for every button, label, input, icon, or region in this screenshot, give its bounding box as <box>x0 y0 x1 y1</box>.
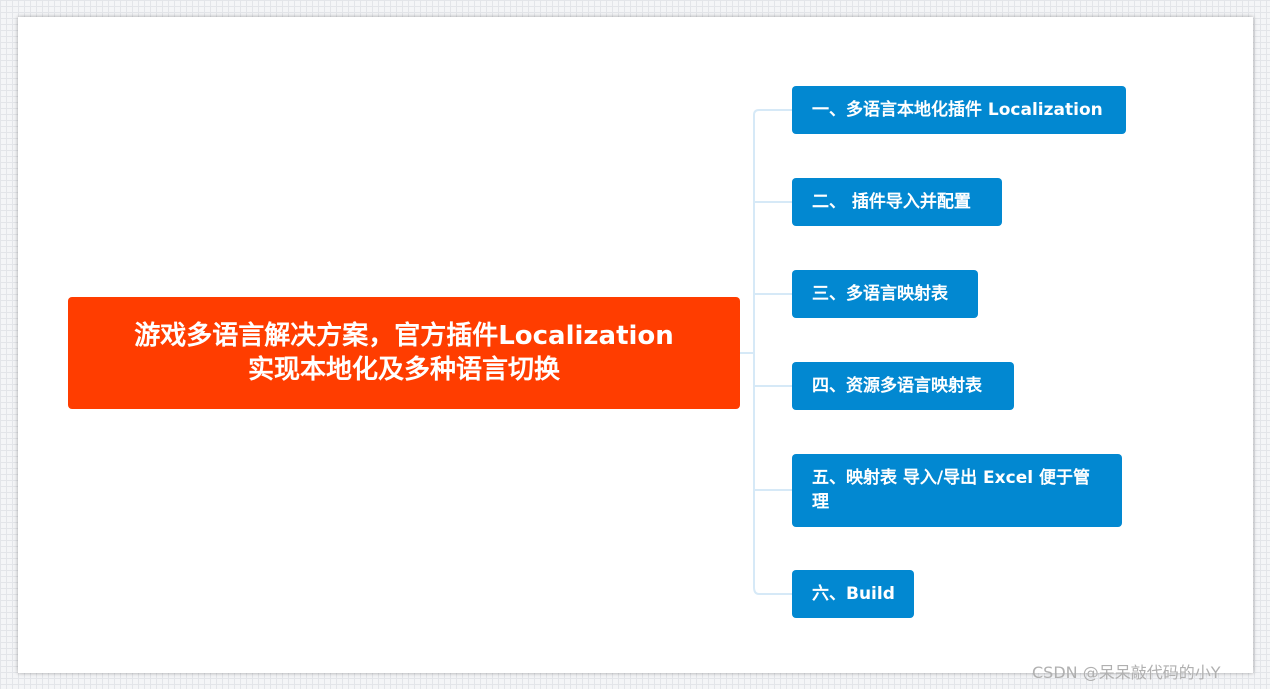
branch-excel-import-export[interactable]: 五、映射表 导入/导出 Excel 便于管理 <box>792 454 1122 527</box>
branch-label: 五、映射表 导入/导出 Excel 便于管理 <box>812 468 1090 512</box>
branch-label: 三、多语言映射表 <box>812 284 948 304</box>
branch-build[interactable]: 六、Build <box>792 570 914 618</box>
branch-asset-mapping-table[interactable]: 四、资源多语言映射表 <box>792 362 1014 410</box>
root-topic[interactable]: 游戏多语言解决方案，官方插件Localization 实现本地化及多种语言切换 <box>68 297 740 409</box>
mindmap-canvas: 游戏多语言解决方案，官方插件Localization 实现本地化及多种语言切换 … <box>18 17 1253 673</box>
branch-plugin-import[interactable]: 二、 插件导入并配置 <box>792 178 1002 226</box>
branch-label: 六、Build <box>812 584 895 604</box>
branch-label: 一、多语言本地化插件 Localization <box>812 100 1103 120</box>
watermark: CSDN @呆呆敲代码的小Y <box>1032 663 1221 682</box>
branch-localization-plugin[interactable]: 一、多语言本地化插件 Localization <box>792 86 1126 134</box>
root-topic-label: 游戏多语言解决方案，官方插件Localization 实现本地化及多种语言切换 <box>134 321 674 385</box>
branch-label: 二、 插件导入并配置 <box>812 192 971 212</box>
branch-label: 四、资源多语言映射表 <box>812 376 982 396</box>
branch-mapping-table[interactable]: 三、多语言映射表 <box>792 270 978 318</box>
